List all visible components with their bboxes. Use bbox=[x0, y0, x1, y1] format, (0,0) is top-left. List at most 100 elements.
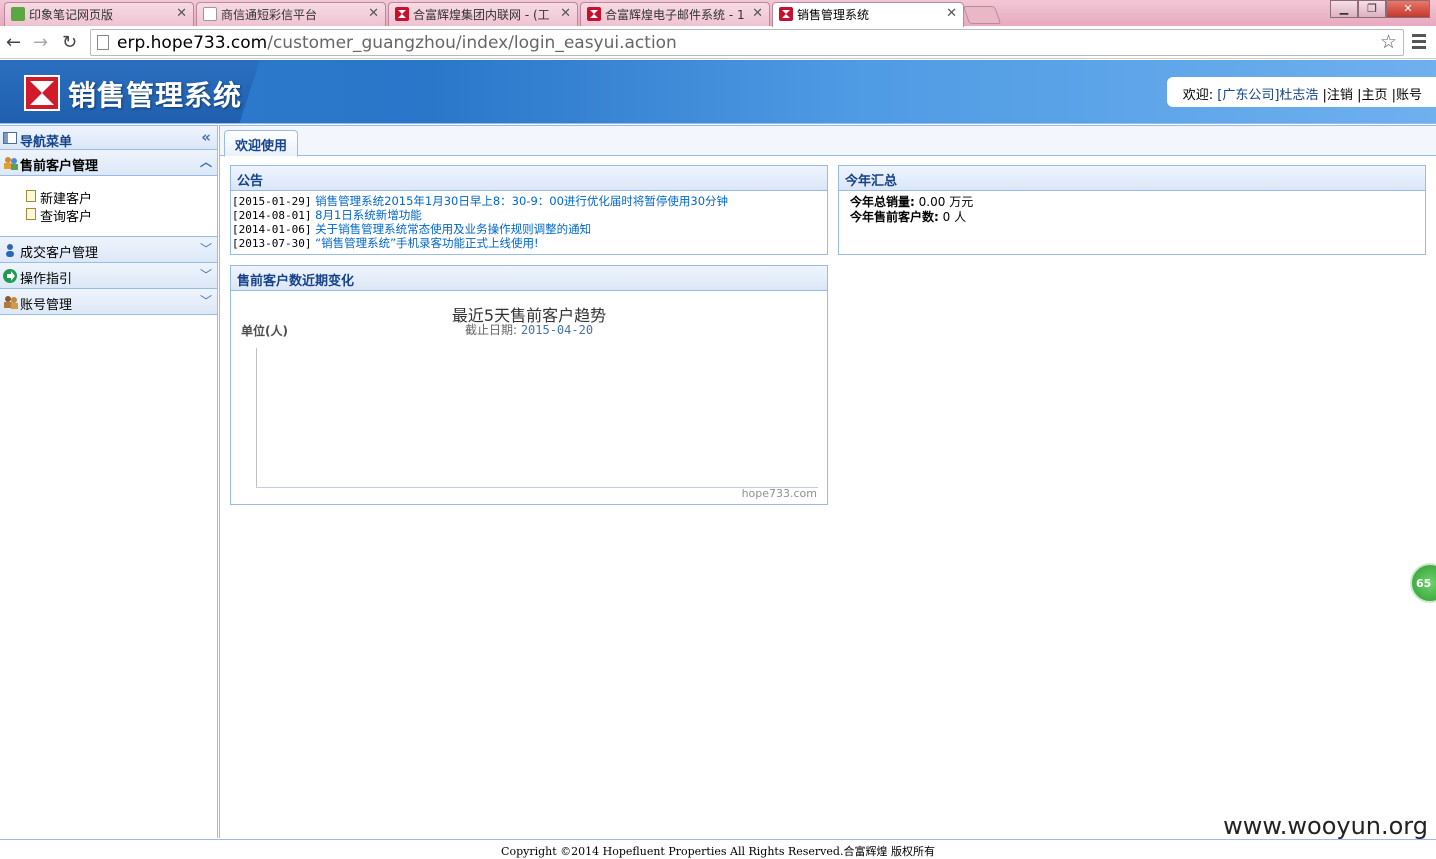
chart-credit[interactable]: hope733.com bbox=[742, 487, 817, 500]
close-tab-icon[interactable]: ✕ bbox=[752, 6, 763, 21]
chevron-down-icon[interactable]: ﹀ bbox=[200, 266, 212, 283]
user-icon bbox=[6, 244, 14, 257]
sales-value: 0.00 bbox=[918, 195, 946, 209]
arrow-right-icon bbox=[3, 269, 17, 283]
sidebar-item-account[interactable]: 账号管理 ﹀ bbox=[0, 289, 217, 315]
browser-tab-title: 销售管理系统 bbox=[797, 8, 870, 22]
menu-item-query-customer[interactable]: 查询客户 bbox=[24, 206, 217, 225]
browser-tab-bar: 印象笔记网页版 ✕ 商信通短彩信平台 ✕ 合富辉煌集团内联网 - (工 ✕ 合富… bbox=[0, 0, 1436, 27]
close-tab-icon[interactable]: ✕ bbox=[560, 6, 571, 21]
browser-tab-title: 合富辉煌集团内联网 - (工 bbox=[413, 8, 550, 22]
home-link[interactable]: |主页 bbox=[1357, 88, 1387, 103]
sidebar-item-label: 账号管理 bbox=[20, 298, 73, 313]
notice-date: [2013-07-30] bbox=[232, 237, 312, 250]
url-host: erp.hope733.com bbox=[117, 33, 268, 53]
trend-panel-title: 售前客户数近期变化 bbox=[231, 266, 827, 291]
user-box: 欢迎: [广东公司]杜志浩 |注销 |主页 |账号 bbox=[1166, 77, 1436, 107]
sidebar-item-guide[interactable]: 操作指引 ﹀ bbox=[0, 263, 217, 289]
sales-label: 今年总销量: bbox=[850, 195, 915, 209]
collapse-sidebar-icon[interactable]: « bbox=[201, 128, 211, 146]
menu-item-new-customer[interactable]: 新建客户 bbox=[24, 188, 217, 207]
url-text[interactable]: erp.hope733.com/customer_guangzhou/index… bbox=[117, 33, 677, 53]
back-icon[interactable]: ← bbox=[6, 32, 21, 53]
chart-x-axis bbox=[256, 487, 818, 488]
page-icon bbox=[97, 35, 109, 50]
chevron-up-icon[interactable]: ︿ bbox=[200, 153, 212, 170]
presales-menu: 新建客户 查询客户 bbox=[0, 176, 217, 237]
reload-icon[interactable]: ↻ bbox=[62, 32, 77, 53]
sidebar-title: 导航菜单 bbox=[20, 135, 73, 150]
sidebar-item-presales[interactable]: 售前客户管理 ︿ bbox=[0, 150, 217, 176]
main-tabs: 欢迎使用 bbox=[220, 125, 1436, 157]
bookmark-star-icon[interactable]: ☆ bbox=[1380, 31, 1397, 53]
summary-title: 今年汇总 bbox=[839, 166, 1425, 191]
notice-date: [2015-01-29] bbox=[232, 195, 312, 208]
menu-item-label: 查询客户 bbox=[40, 210, 93, 225]
chart-subtitle: 截止日期: 2015-04-20 bbox=[231, 321, 827, 338]
browser-tab-title: 商信通短彩信平台 bbox=[221, 8, 318, 22]
sidebar-item-label: 操作指引 bbox=[20, 272, 73, 287]
url-path: /customer_guangzhou/index/login_easyui.a… bbox=[267, 33, 677, 53]
document-icon bbox=[26, 208, 36, 220]
maximize-button[interactable]: ❐ bbox=[1358, 0, 1386, 18]
notice-item: [2015-01-29] 销售管理系统2015年1月30日早上8：30-9：00… bbox=[232, 194, 827, 208]
main-content: 欢迎使用 公告 [2015-01-29] 销售管理系统2015年1月30日早上8… bbox=[219, 125, 1436, 838]
account-link[interactable]: |账号 bbox=[1392, 88, 1422, 103]
hope-logo-icon bbox=[587, 7, 601, 21]
url-input[interactable]: erp.hope733.com/customer_guangzhou/index… bbox=[90, 29, 1404, 56]
tab-welcome[interactable]: 欢迎使用 bbox=[224, 130, 299, 157]
notice-link[interactable]: 8月1日系统新增功能 bbox=[315, 208, 422, 222]
notice-list: [2015-01-29] 销售管理系统2015年1月30日早上8：30-9：00… bbox=[231, 191, 827, 250]
notice-panel: 公告 [2015-01-29] 销售管理系统2015年1月30日早上8：30-9… bbox=[230, 165, 828, 255]
logout-link[interactable]: |注销 bbox=[1323, 88, 1353, 103]
close-tab-icon[interactable]: ✕ bbox=[946, 6, 957, 21]
welcome-label: 欢迎: bbox=[1182, 88, 1214, 103]
window-close-button[interactable]: ✕ bbox=[1386, 0, 1430, 18]
chart-subtitle-value: 2015-04-20 bbox=[520, 323, 594, 337]
close-tab-icon[interactable]: ✕ bbox=[176, 6, 187, 21]
footer-copyright: Copyright ©2014 Hopefluent Properties Al… bbox=[0, 839, 1436, 858]
notice-item: [2014-08-01] 8月1日系统新增功能 bbox=[232, 208, 827, 222]
browser-tab-intranet[interactable]: 合富辉煌集团内联网 - (工 ✕ bbox=[388, 2, 578, 26]
hope-logo-icon bbox=[395, 7, 409, 21]
chart-y-axis-label: 单位(人) bbox=[241, 324, 288, 338]
new-tab-button[interactable] bbox=[962, 6, 1002, 24]
browser-tab-title: 合富辉煌电子邮件系统 - 1 bbox=[605, 8, 745, 22]
notice-link[interactable]: 销售管理系统2015年1月30日早上8：30-9：00进行优化届时将暂停使用30… bbox=[315, 194, 728, 208]
chevron-down-icon[interactable]: ﹀ bbox=[200, 292, 212, 309]
summary-panel: 今年汇总 今年总销量: 0.00 万元 今年售前客户数: 0 人 bbox=[838, 165, 1426, 255]
watermark: www.wooyun.org bbox=[1223, 812, 1428, 840]
customers-unit: 人 bbox=[954, 210, 967, 224]
account-icon bbox=[4, 296, 18, 309]
browser-tab-sales[interactable]: 销售管理系统 ✕ bbox=[772, 2, 964, 27]
notice-link[interactable]: 关于销售管理系统常态使用及业务操作规则调整的通知 bbox=[315, 222, 591, 236]
document-icon bbox=[26, 190, 36, 202]
sidebar-item-closed-deals[interactable]: 成交客户管理 ﹀ bbox=[0, 237, 217, 263]
notice-item: [2013-07-30] “销售管理系统”手机录客功能正式上线使用! bbox=[232, 236, 827, 250]
customers-icon bbox=[4, 157, 18, 170]
browser-menu-icon[interactable] bbox=[1412, 34, 1426, 52]
browser-tab-title: 印象笔记网页版 bbox=[29, 8, 114, 22]
chart-y-axis bbox=[256, 348, 257, 487]
chart-subtitle-label: 截止日期: bbox=[464, 323, 517, 337]
close-tab-icon[interactable]: ✕ bbox=[368, 6, 379, 21]
customers-label: 今年售前客户数: bbox=[850, 210, 939, 224]
user-name: [广东公司]杜志浩 bbox=[1217, 88, 1319, 103]
notice-item: [2014-01-06] 关于销售管理系统常态使用及业务操作规则调整的通知 bbox=[232, 222, 827, 236]
minimize-button[interactable]: ▁ bbox=[1330, 0, 1358, 18]
notice-date: [2014-01-06] bbox=[232, 223, 312, 236]
chevron-down-icon[interactable]: ﹀ bbox=[200, 240, 212, 257]
browser-tab-evernote[interactable]: 印象笔记网页版 ✕ bbox=[4, 2, 194, 26]
forward-icon[interactable]: → bbox=[33, 32, 48, 53]
menu-panel-icon bbox=[3, 132, 17, 144]
notice-date: [2014-08-01] bbox=[232, 209, 312, 222]
notice-title: 公告 bbox=[231, 166, 827, 191]
browser-tab-sms[interactable]: 商信通短彩信平台 ✕ bbox=[196, 2, 386, 26]
window-controls: ▁ ❐ ✕ bbox=[1330, 0, 1430, 18]
browser-tab-email[interactable]: 合富辉煌电子邮件系统 - 1 ✕ bbox=[580, 2, 770, 26]
notice-link[interactable]: “销售管理系统”手机录客功能正式上线使用! bbox=[315, 236, 539, 250]
customers-value: 0 bbox=[942, 210, 951, 224]
summary-body: 今年总销量: 0.00 万元 今年售前客户数: 0 人 bbox=[839, 191, 1425, 225]
menu-item-label: 新建客户 bbox=[40, 192, 93, 207]
summary-sales: 今年总销量: 0.00 万元 bbox=[850, 195, 1425, 210]
